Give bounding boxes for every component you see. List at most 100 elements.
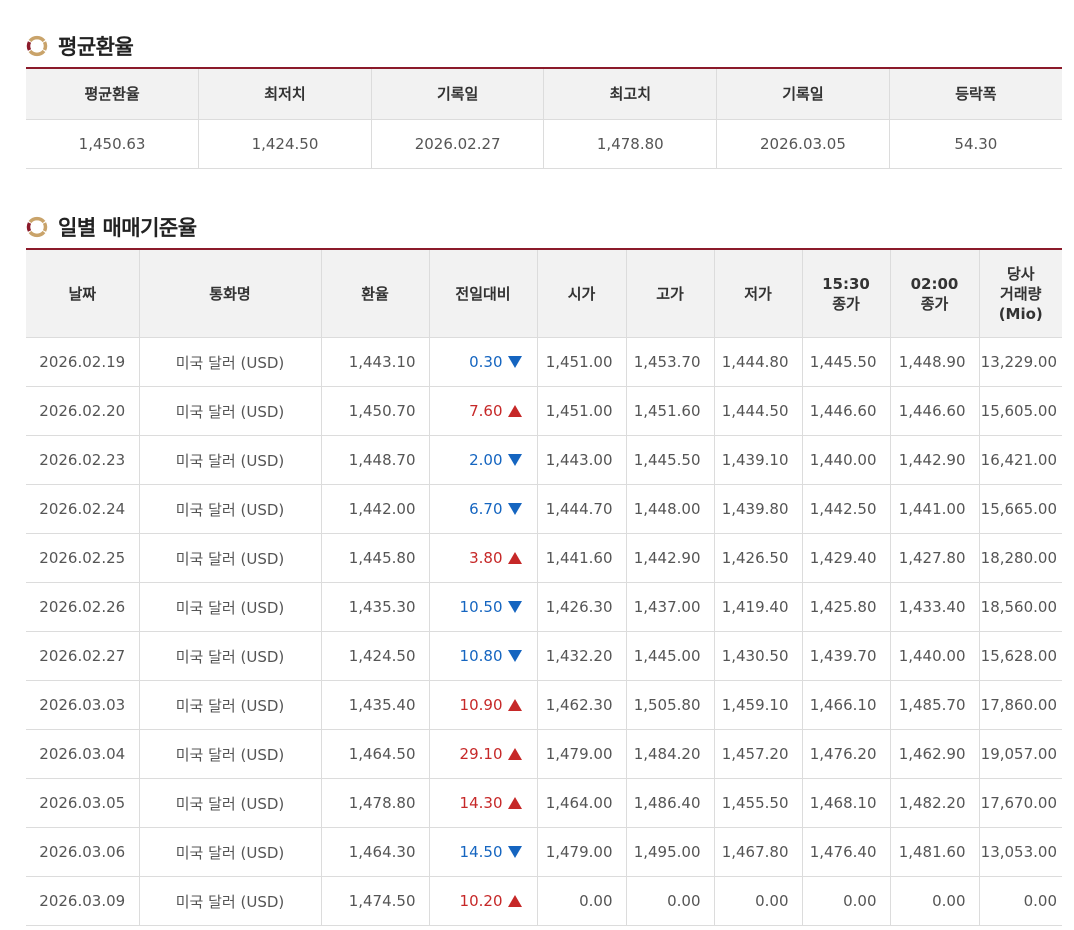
ring-bullet-icon xyxy=(26,216,48,238)
avg-header-cell: 등락폭 xyxy=(888,68,1062,120)
avg-header-cell: 기록일 xyxy=(370,68,544,120)
close1530-cell: 1,446.60 xyxy=(801,386,890,436)
low-cell: 1,455.50 xyxy=(713,778,802,828)
avg-section-title: 평균환율 xyxy=(58,35,134,59)
daily-header-cell: 날짜 xyxy=(26,249,139,338)
change-value: 14.30 xyxy=(459,794,503,812)
date-cell: 2026.02.24 xyxy=(26,484,139,534)
triangle-up-icon xyxy=(507,404,522,417)
triangle-up-icon xyxy=(507,747,522,760)
high-cell: 0.00 xyxy=(625,876,714,926)
high-cell: 1,442.90 xyxy=(625,533,714,583)
change-value: 3.80 xyxy=(469,549,503,567)
volume-cell: 18,280.00 xyxy=(978,533,1062,583)
rate-cell: 1,448.70 xyxy=(320,435,429,485)
currency-cell: 미국 달러 (USD) xyxy=(138,484,321,534)
daily-header-cell: 15:30 종가 xyxy=(801,249,890,338)
currency-cell: 미국 달러 (USD) xyxy=(138,386,321,436)
close0200-cell: 1,442.90 xyxy=(889,435,979,485)
close0200-cell: 0.00 xyxy=(889,876,979,926)
high-cell: 1,453.70 xyxy=(625,337,714,387)
volume-cell: 19,057.00 xyxy=(978,729,1062,779)
change-value: 10.50 xyxy=(459,598,503,616)
open-cell: 1,479.00 xyxy=(536,827,626,877)
avg-header-cell: 평균환율 xyxy=(26,68,199,120)
change-value: 0.30 xyxy=(469,353,503,371)
daily-section-title: 일별 매매기준율 xyxy=(58,216,197,240)
close1530-cell: 1,439.70 xyxy=(801,631,890,681)
change-cell: 3.80 xyxy=(428,533,537,583)
volume-cell: 15,628.00 xyxy=(978,631,1062,681)
change-cell: 14.50 xyxy=(428,827,537,877)
currency-cell: 미국 달러 (USD) xyxy=(138,435,321,485)
low-cell: 1,444.80 xyxy=(713,337,802,387)
close1530-cell: 1,476.20 xyxy=(801,729,890,779)
triangle-down-icon xyxy=(507,355,522,368)
high-cell: 1,505.80 xyxy=(625,680,714,730)
date-cell: 2026.03.09 xyxy=(26,876,139,926)
change-value: 6.70 xyxy=(469,500,503,518)
close1530-cell: 1,442.50 xyxy=(801,484,890,534)
daily-header-cell: 저가 xyxy=(713,249,802,338)
currency-cell: 미국 달러 (USD) xyxy=(138,876,321,926)
triangle-up-icon xyxy=(507,698,522,711)
daily-table-body: 2026.02.19 미국 달러 (USD) 1,443.10 0.30 1,451.0… xyxy=(26,337,1062,926)
volume-cell: 16,421.00 xyxy=(978,435,1062,485)
average-rate-table: 평균환율 최저치 기록일 최고치 기록일 등락폭 1,450.63 1,424.50 2026… xyxy=(26,67,1062,169)
change-cell: 14.30 xyxy=(428,778,537,828)
volume-cell: 0.00 xyxy=(978,876,1062,926)
avg-value-cell: 1,450.63 xyxy=(26,119,199,169)
high-cell: 1,451.60 xyxy=(625,386,714,436)
close0200-cell: 1,441.00 xyxy=(889,484,979,534)
avg-value-cell: 1,478.80 xyxy=(543,119,717,169)
open-cell: 0.00 xyxy=(536,876,626,926)
daily-header-cell: 고가 xyxy=(625,249,714,338)
change-value: 10.20 xyxy=(459,892,503,910)
change-cell: 10.90 xyxy=(428,680,537,730)
change-cell: 10.50 xyxy=(428,582,537,632)
avg-header-row: 평균환율 최저치 기록일 최고치 기록일 등락폭 xyxy=(26,68,1062,120)
date-cell: 2026.02.19 xyxy=(26,337,139,387)
table-row: 2026.02.24 미국 달러 (USD) 1,442.00 6.70 1,444.7… xyxy=(26,484,1062,534)
daily-header-cell: 시가 xyxy=(536,249,626,338)
rate-cell: 1,424.50 xyxy=(320,631,429,681)
change-value: 14.50 xyxy=(459,843,503,861)
low-cell: 1,439.10 xyxy=(713,435,802,485)
rate-cell: 1,478.80 xyxy=(320,778,429,828)
close1530-cell: 1,468.10 xyxy=(801,778,890,828)
currency-cell: 미국 달러 (USD) xyxy=(138,729,321,779)
rate-cell: 1,435.40 xyxy=(320,680,429,730)
currency-cell: 미국 달러 (USD) xyxy=(138,827,321,877)
rate-cell: 1,442.00 xyxy=(320,484,429,534)
daily-header-cell: 전일대비 xyxy=(428,249,537,338)
date-cell: 2026.02.27 xyxy=(26,631,139,681)
triangle-down-icon xyxy=(507,600,522,613)
date-cell: 2026.02.20 xyxy=(26,386,139,436)
change-value: 29.10 xyxy=(459,745,503,763)
rate-cell: 1,450.70 xyxy=(320,386,429,436)
close0200-cell: 1,481.60 xyxy=(889,827,979,877)
triangle-up-icon xyxy=(507,894,522,907)
open-cell: 1,479.00 xyxy=(536,729,626,779)
close0200-cell: 1,482.20 xyxy=(889,778,979,828)
date-cell: 2026.02.25 xyxy=(26,533,139,583)
close1530-cell: 1,445.50 xyxy=(801,337,890,387)
avg-header-cell: 최저치 xyxy=(198,68,372,120)
table-row: 2026.02.19 미국 달러 (USD) 1,443.10 0.30 1,451.0… xyxy=(26,337,1062,387)
open-cell: 1,464.00 xyxy=(536,778,626,828)
table-row: 2026.02.27 미국 달러 (USD) 1,424.50 10.80 1,432.… xyxy=(26,631,1062,681)
volume-cell: 15,665.00 xyxy=(978,484,1062,534)
date-cell: 2026.02.23 xyxy=(26,435,139,485)
table-row: 2026.03.09 미국 달러 (USD) 1,474.50 10.20 0.00 0.… xyxy=(26,876,1062,926)
date-cell: 2026.03.05 xyxy=(26,778,139,828)
open-cell: 1,444.70 xyxy=(536,484,626,534)
close0200-cell: 1,433.40 xyxy=(889,582,979,632)
high-cell: 1,437.00 xyxy=(625,582,714,632)
low-cell: 1,467.80 xyxy=(713,827,802,877)
change-cell: 29.10 xyxy=(428,729,537,779)
change-value: 2.00 xyxy=(469,451,503,469)
table-row: 2026.02.20 미국 달러 (USD) 1,450.70 7.60 1,451.0… xyxy=(26,386,1062,436)
change-cell: 10.80 xyxy=(428,631,537,681)
daily-section-heading: 일별 매매기준율 xyxy=(26,212,197,242)
ring-bullet-icon xyxy=(26,35,48,57)
